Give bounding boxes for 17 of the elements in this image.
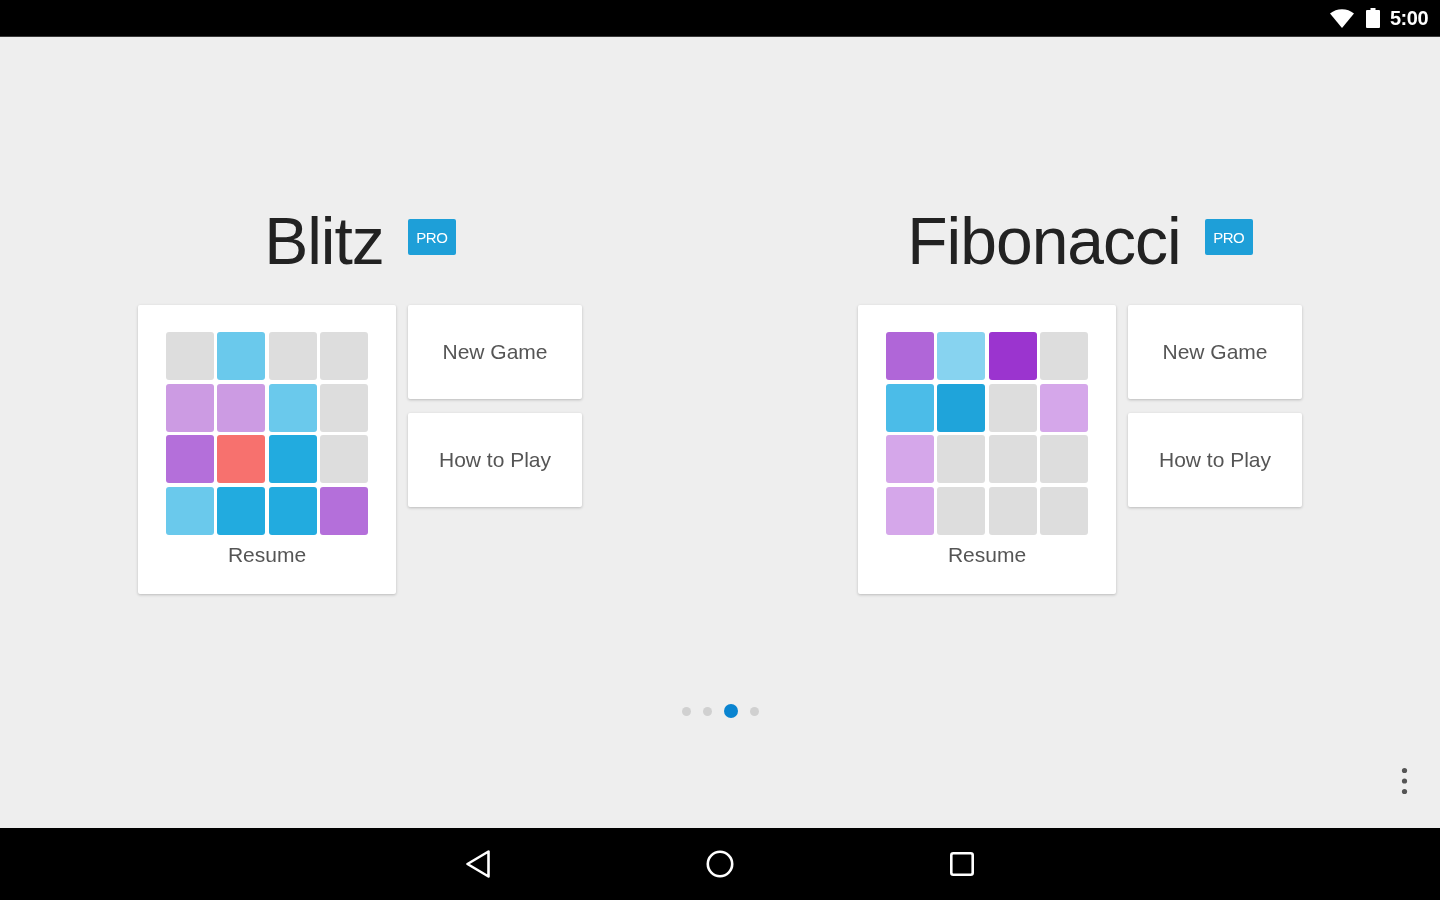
new-game-button[interactable]: New Game xyxy=(1128,305,1302,399)
home-icon[interactable] xyxy=(706,850,734,878)
status-time: 5:00 xyxy=(1389,6,1428,30)
wifi-icon xyxy=(1329,8,1354,28)
pro-badge: PRO xyxy=(1204,219,1253,255)
battery-icon xyxy=(1365,8,1380,28)
recent-apps-icon[interactable] xyxy=(950,852,974,876)
pro-badge: PRO xyxy=(407,219,456,255)
overflow-menu-icon[interactable] xyxy=(1401,767,1408,795)
back-icon[interactable] xyxy=(466,850,490,878)
game-title: Blitz xyxy=(264,208,384,274)
how-to-play-button[interactable]: How to Play xyxy=(408,413,582,507)
resume-card[interactable]: Resume xyxy=(858,305,1116,594)
game-title: Fibonacci xyxy=(907,208,1181,274)
new-game-button[interactable]: New Game xyxy=(408,305,582,399)
resume-card[interactable]: Resume xyxy=(138,305,396,594)
how-to-play-button[interactable]: How to Play xyxy=(1128,413,1302,507)
